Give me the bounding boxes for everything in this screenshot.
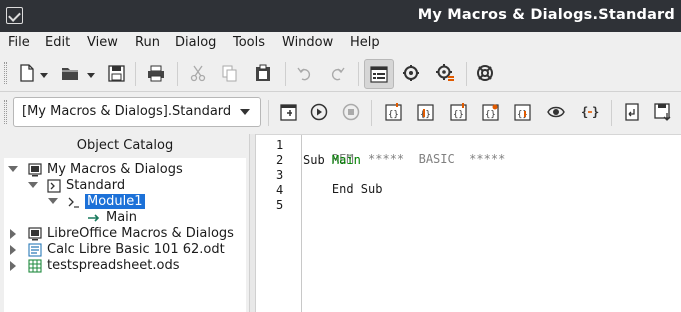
module-icon	[67, 195, 81, 209]
open-dropdown-icon[interactable]	[86, 71, 95, 80]
computer-icon	[28, 163, 42, 177]
app-checkbox-icon	[6, 7, 23, 24]
toolbar-separator	[358, 62, 359, 86]
toolbar-separator	[611, 100, 612, 126]
toolbar-separator	[177, 62, 178, 86]
run-icon[interactable]	[306, 99, 332, 125]
svg-text:{}: {}	[485, 110, 496, 120]
tree-item-label: Calc Libre Basic 101 62.odt	[47, 242, 225, 257]
svg-text:{: {	[581, 105, 588, 119]
toolbar-grip[interactable]	[4, 100, 7, 124]
computer-icon	[28, 227, 42, 241]
line-number: 2	[276, 153, 284, 167]
object-catalog-title: Object Catalog	[76, 138, 174, 153]
undo-icon[interactable]	[292, 60, 318, 86]
tree-item-label: testspreadsheet.ods	[47, 258, 180, 273]
insert-source-icon[interactable]	[619, 99, 645, 125]
menu-tools[interactable]: Tools	[233, 35, 265, 50]
compile-icon[interactable]	[275, 99, 301, 125]
toolbar-separator	[466, 62, 467, 86]
line-number-gutter[interactable]: 1 2 3 4 5	[256, 135, 302, 312]
object-catalog-icon[interactable]	[364, 59, 394, 89]
menu-help[interactable]: Help	[350, 35, 380, 50]
object-catalog-tree: My Macros & Dialogs Standard Module1 Mai…	[4, 158, 246, 312]
tree-item-label: Standard	[66, 178, 126, 193]
code-keyword: Sub	[303, 153, 332, 167]
stop-icon[interactable]	[338, 99, 364, 125]
menu-run[interactable]: Run	[135, 35, 160, 50]
library-selector-value: [My Macros & Dialogs].Standard	[22, 104, 232, 119]
paste-icon[interactable]	[250, 60, 276, 86]
line-number: 3	[276, 168, 284, 182]
pane-splitter[interactable]	[249, 134, 256, 312]
open-folder-icon[interactable]	[57, 60, 83, 86]
menu-dialog[interactable]: Dialog	[175, 35, 216, 50]
toolbar-grip[interactable]	[4, 62, 7, 84]
step-out-icon[interactable]: {}	[445, 99, 471, 125]
extension-manager-icon[interactable]	[472, 60, 498, 86]
toolbar-separator	[285, 62, 286, 86]
save-icon[interactable]	[103, 60, 129, 86]
line-number: 4	[276, 183, 284, 197]
find-parentheses-icon[interactable]: {}	[577, 99, 603, 125]
macro-organizer-icon[interactable]	[432, 60, 458, 86]
spreadsheet-icon	[28, 259, 42, 273]
menu-window[interactable]: Window	[282, 35, 333, 50]
tree-item-label: Main	[106, 210, 138, 225]
new-document-icon[interactable]	[14, 60, 40, 86]
arrow-right-icon	[87, 211, 101, 225]
toolbar-separator	[135, 62, 136, 86]
copy-icon[interactable]	[217, 60, 243, 86]
macros-icon[interactable]	[398, 60, 424, 86]
menu-file[interactable]: File	[8, 35, 30, 50]
manage-breakpoints-icon[interactable]: {}	[509, 99, 535, 125]
code-identifier: Main	[331, 153, 361, 167]
line-number: 1	[276, 138, 284, 152]
expander-open-icon[interactable]	[28, 182, 38, 188]
tree-item-label: LibreOffice Macros & Dialogs	[47, 226, 234, 241]
tree-item-label: Module1	[84, 193, 146, 210]
breakpoint-icon[interactable]: {}	[477, 99, 503, 125]
svg-text:}: }	[592, 105, 599, 119]
chevron-down-icon[interactable]	[240, 109, 250, 115]
expander-closed-icon[interactable]	[10, 261, 16, 271]
title-bar: My Macros & Dialogs.Standard	[0, 0, 681, 32]
menu-edit[interactable]: Edit	[45, 35, 70, 50]
window-title: My Macros & Dialogs.Standard	[417, 7, 675, 23]
code-keyword: End Sub	[331, 182, 383, 196]
new-dropdown-icon[interactable]	[39, 71, 48, 80]
cut-icon[interactable]	[185, 60, 211, 86]
library-icon	[47, 179, 61, 193]
expander-closed-icon[interactable]	[10, 229, 16, 239]
expander-open-icon[interactable]	[8, 166, 18, 172]
print-icon[interactable]	[143, 60, 169, 86]
svg-text:{}: {}	[420, 110, 431, 120]
expander-open-icon[interactable]	[48, 198, 58, 204]
save-source-icon[interactable]	[650, 99, 676, 125]
code-line-3: End Sub	[303, 168, 383, 210]
code-editor[interactable]: 1 2 3 4 5 REM ***** BASIC ***** Sub Main…	[256, 134, 681, 312]
svg-text:{}: {}	[388, 110, 399, 120]
step-into-icon[interactable]: {}	[380, 99, 406, 125]
library-selector[interactable]: [My Macros & Dialogs].Standard	[13, 97, 261, 127]
toolbar-separator	[268, 100, 269, 126]
step-over-icon[interactable]: {}	[412, 99, 438, 125]
expander-closed-icon[interactable]	[10, 245, 16, 255]
code-line-2: Sub Main	[303, 153, 361, 167]
line-number: 5	[276, 198, 284, 212]
writer-document-icon	[28, 243, 42, 257]
watch-eye-icon[interactable]	[543, 99, 569, 125]
menu-view[interactable]: View	[87, 35, 118, 50]
redo-icon[interactable]	[324, 60, 350, 86]
svg-text:{}: {}	[517, 110, 528, 120]
svg-text:{}: {}	[453, 110, 464, 120]
menu-bar: File Edit View Run Dialog Tools Window H…	[0, 32, 681, 54]
standard-toolbar	[0, 56, 681, 92]
toolbar-separator	[371, 100, 372, 126]
tree-item-label: My Macros & Dialogs	[47, 162, 183, 177]
